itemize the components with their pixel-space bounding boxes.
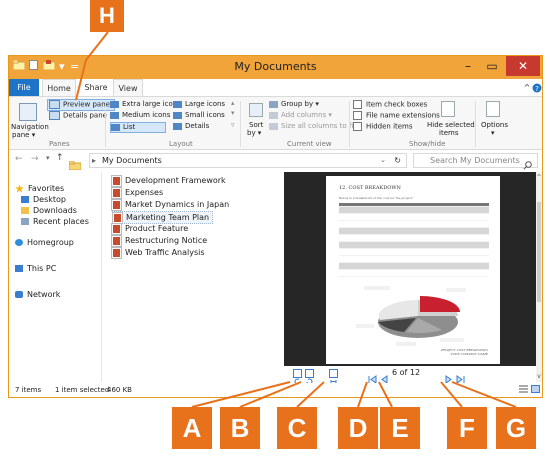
callout-e: E: [380, 407, 420, 449]
callout-connectors: [75, 31, 517, 408]
callout-b: B: [220, 407, 260, 449]
callout-d: D: [338, 407, 378, 449]
callout-c: C: [277, 407, 317, 449]
callout-g: G: [496, 407, 536, 449]
callout-h: H: [90, 0, 124, 32]
callout-f: F: [447, 407, 487, 449]
callout-a: A: [172, 407, 212, 449]
